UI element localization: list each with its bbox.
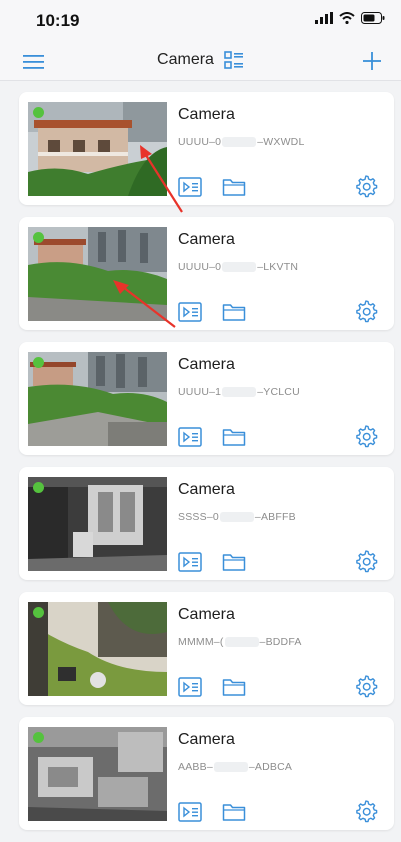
uid-redaction bbox=[224, 637, 259, 648]
nav-bar: Camera bbox=[0, 42, 401, 81]
gear-icon[interactable] bbox=[354, 549, 378, 573]
gear-icon[interactable] bbox=[354, 174, 378, 198]
wifi-icon bbox=[339, 12, 355, 24]
status-bar: 10:19 bbox=[0, 0, 401, 42]
camera-card-5[interactable]: Camera MMMM–(–BDDFA bbox=[19, 592, 394, 705]
camera-card-3[interactable]: Camera UUUU–1 –YCLCU bbox=[19, 342, 394, 455]
playback-icon[interactable] bbox=[178, 676, 202, 698]
gear-icon[interactable] bbox=[354, 424, 378, 448]
camera-name: Camera bbox=[178, 481, 235, 498]
camera-thumbnail[interactable] bbox=[28, 352, 167, 446]
folder-icon[interactable] bbox=[222, 801, 246, 823]
battery-icon bbox=[361, 12, 385, 24]
playback-icon[interactable] bbox=[178, 301, 202, 323]
camera-list: Camera UUUU–0 –WXWDL Camera UUUU–0 –LKVT… bbox=[19, 92, 394, 842]
camera-name: Camera bbox=[178, 231, 235, 248]
online-status-dot bbox=[33, 357, 44, 368]
camera-card-6[interactable]: Camera AABB– –ADBCA bbox=[19, 717, 394, 830]
camera-thumbnail[interactable] bbox=[28, 102, 167, 196]
camera-uid: UUUU–0 –LKVTN bbox=[178, 261, 299, 273]
camera-thumbnail[interactable] bbox=[28, 727, 167, 821]
grid-list-icon[interactable] bbox=[224, 51, 244, 69]
camera-name: Camera bbox=[178, 606, 235, 623]
camera-uid: UUUU–0 –WXWDL bbox=[178, 136, 305, 148]
folder-icon[interactable] bbox=[222, 176, 246, 198]
camera-card-1[interactable]: Camera UUUU–0 –WXWDL bbox=[19, 92, 394, 205]
camera-name: Camera bbox=[178, 356, 235, 373]
online-status-dot bbox=[33, 732, 44, 743]
status-icons bbox=[315, 12, 385, 24]
camera-uid: UUUU–1 –YCLCU bbox=[178, 386, 300, 398]
camera-card-2[interactable]: Camera UUUU–0 –LKVTN bbox=[19, 217, 394, 330]
playback-icon[interactable] bbox=[178, 801, 202, 823]
camera-uid: SSSS–0 –ABFFB bbox=[178, 511, 296, 523]
signal-icon bbox=[315, 12, 333, 24]
uid-redaction bbox=[213, 762, 248, 773]
folder-icon[interactable] bbox=[222, 426, 246, 448]
camera-thumbnail[interactable] bbox=[28, 477, 167, 571]
camera-thumbnail[interactable] bbox=[28, 227, 167, 321]
camera-uid: MMMM–(–BDDFA bbox=[178, 636, 302, 648]
plus-icon[interactable] bbox=[361, 50, 383, 72]
uid-redaction bbox=[222, 262, 257, 273]
playback-icon[interactable] bbox=[178, 176, 202, 198]
camera-card-4[interactable]: Camera SSSS–0 –ABFFB bbox=[19, 467, 394, 580]
uid-redaction bbox=[222, 387, 257, 398]
playback-icon[interactable] bbox=[178, 426, 202, 448]
online-status-dot bbox=[33, 607, 44, 618]
uid-redaction bbox=[219, 512, 254, 523]
uid-redaction bbox=[222, 137, 257, 148]
camera-name: Camera bbox=[178, 106, 235, 123]
gear-icon[interactable] bbox=[354, 674, 378, 698]
gear-icon[interactable] bbox=[354, 299, 378, 323]
gear-icon[interactable] bbox=[354, 799, 378, 823]
camera-thumbnail[interactable] bbox=[28, 602, 167, 696]
camera-uid: AABB– –ADBCA bbox=[178, 761, 293, 773]
folder-icon[interactable] bbox=[222, 676, 246, 698]
status-time: 10:19 bbox=[36, 11, 80, 30]
folder-icon[interactable] bbox=[222, 551, 246, 573]
online-status-dot bbox=[33, 107, 44, 118]
camera-name: Camera bbox=[178, 731, 235, 748]
playback-icon[interactable] bbox=[178, 551, 202, 573]
folder-icon[interactable] bbox=[222, 301, 246, 323]
online-status-dot bbox=[33, 232, 44, 243]
online-status-dot bbox=[33, 482, 44, 493]
page-title: Camera bbox=[157, 51, 214, 68]
